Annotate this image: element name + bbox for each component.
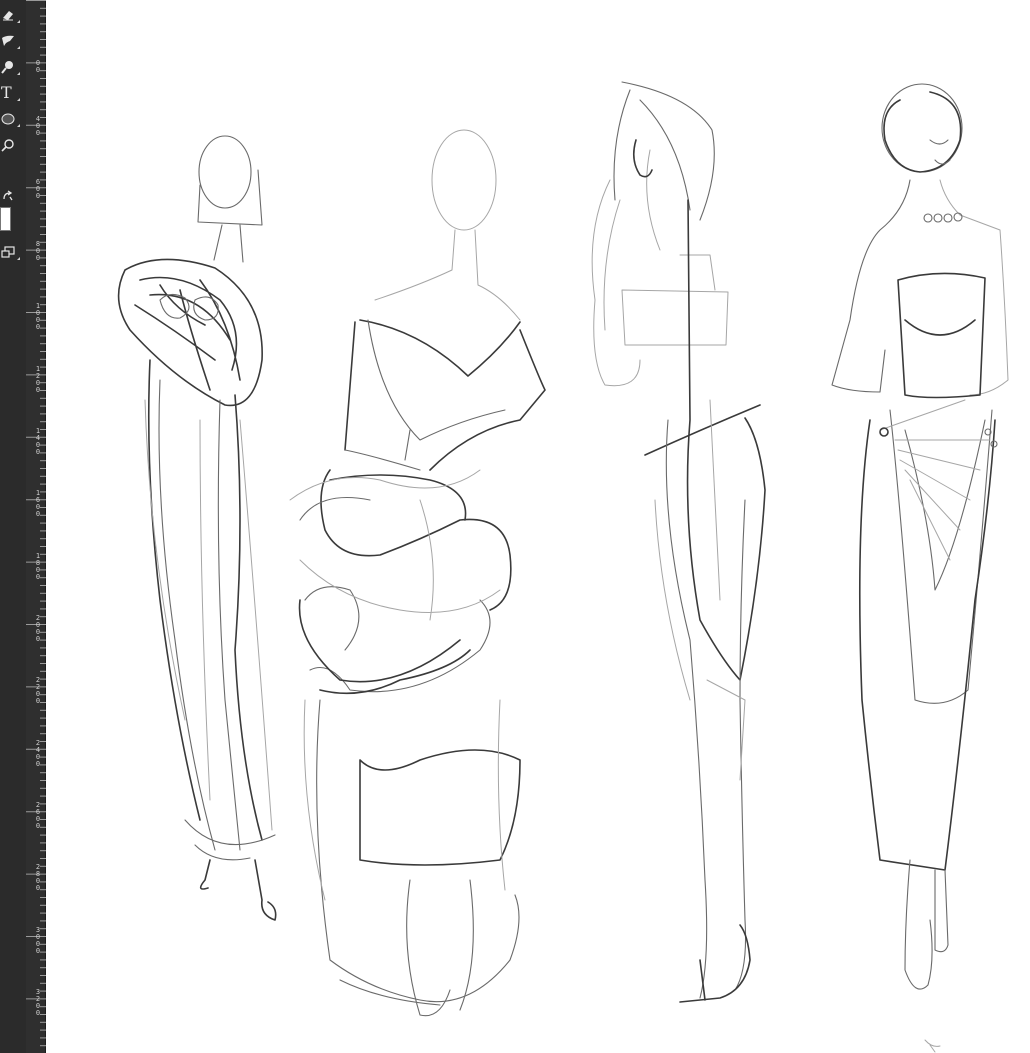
screen-mode[interactable] xyxy=(0,241,25,263)
figure-sketch-3 xyxy=(591,81,766,1003)
ruler-label: 1 2 0 0 xyxy=(35,365,41,394)
ruler-label: 4 0 0 xyxy=(35,115,41,137)
ruler-label: 3 2 0 0 xyxy=(35,988,41,1017)
ruler-label: 2 6 0 0 xyxy=(35,801,41,830)
ruler-label: 2 8 0 0 xyxy=(35,863,41,892)
zoom-icon xyxy=(1,138,15,152)
ruler-label: 1 8 0 0 xyxy=(35,552,41,581)
ruler-label: 1 6 0 0 xyxy=(35,489,41,518)
ruler-ticks xyxy=(26,0,46,1047)
figure-sketch-4 xyxy=(831,83,1009,1053)
ruler-label: 2 4 0 0 xyxy=(35,739,41,768)
ellipse-icon xyxy=(1,112,15,126)
ruler-label: 2 2 0 0 xyxy=(35,676,41,705)
figure-sketch-1 xyxy=(117,135,277,921)
swap-colors[interactable] xyxy=(0,186,25,208)
swap-icon xyxy=(1,190,15,204)
figure-sketch-2 xyxy=(289,129,546,1017)
dodge-tool[interactable] xyxy=(0,56,25,78)
ellipse-tool[interactable] xyxy=(0,108,25,130)
zoom-tool[interactable] xyxy=(0,134,25,156)
tools-panel: T xyxy=(0,0,26,1053)
ruler-label: 1 4 0 0 xyxy=(35,427,41,456)
type-icon: T xyxy=(1,83,12,102)
ruler-label: 1 0 0 0 xyxy=(35,302,41,331)
ruler-label: 2 0 0 0 xyxy=(35,614,41,643)
vertical-ruler: 0 0 4 0 0 6 0 0 8 0 0 1 0 0 0 1 2 0 0 1 … xyxy=(26,0,46,1053)
document-canvas[interactable] xyxy=(46,0,1030,1053)
brush-icon xyxy=(1,34,15,48)
eraser-tool[interactable] xyxy=(0,4,25,26)
ruler-label: 6 0 0 xyxy=(35,178,41,200)
ruler-label: 3 0 0 0 xyxy=(35,926,41,955)
ruler-label: 8 0 0 xyxy=(35,240,41,262)
eraser-icon xyxy=(1,8,15,22)
sketch-artwork xyxy=(117,81,1009,1053)
brush-tool[interactable] xyxy=(0,30,25,52)
foreground-color-swatch[interactable] xyxy=(0,207,11,231)
type-tool[interactable]: T xyxy=(0,82,25,104)
dodge-icon xyxy=(1,60,15,74)
ruler-label: 0 0 xyxy=(35,59,41,74)
screen-mode-icon xyxy=(1,245,15,259)
